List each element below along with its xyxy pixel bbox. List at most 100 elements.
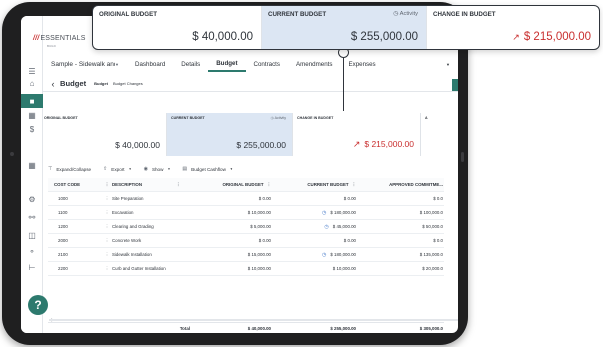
header-original-budget[interactable]: ORIGINAL BUDGET ⋮ [198,182,277,188]
zoom-change-in-budget-label: CHANGE IN BUDGET [433,11,496,18]
cell-description: Concrete Work [112,238,142,243]
cell-description: Excavation [112,210,134,215]
app-logo[interactable]: ///ESSENTIALS [33,35,86,42]
change-in-budget-card: CHANGE IN BUDGET ↗ $ 215,000.00 [293,113,421,156]
sidebar: ☰ ⌂ ■ ▦ $ ▦ ⚙ ⚯ ◫ ⚬ ⊢ [21,16,43,333]
tab-details[interactable]: Details [173,56,208,72]
tab-contracts[interactable]: Contracts [246,56,288,72]
logo-text: ESSENTIALS [40,35,86,42]
users-icon[interactable]: ⚯ [21,210,43,224]
header-current-budget[interactable]: CURRENT BUDGET ⋮ [277,182,362,188]
cell-cost-code: 1000 [58,196,68,201]
top-nav: Sample - Sidewalk and ... ▼ Dashboard De… [43,56,458,72]
row-handle-icon[interactable]: ⋮ [102,224,112,230]
trend-up-icon: ↗ [352,139,361,149]
zoom-activity-link[interactable]: ◷ Activity [393,11,418,17]
column-menu-icon[interactable]: ⋮ [267,182,271,187]
breadcrumb: Budget Budget Changes [94,81,143,86]
cell-description: Curb and Gutter Installation [112,266,166,271]
stage: ☰ ⌂ ■ ▦ $ ▦ ⚙ ⚯ ◫ ⚬ ⊢ ///ESSENTIALS BUIL… [0,0,603,347]
chevron-down-icon: ▼ [128,167,132,171]
row-handle-icon[interactable]: ⋮ [102,210,112,216]
activity-link[interactable]: ◷ Activity [271,116,286,120]
side-panel-tab[interactable] [452,79,458,91]
table-row[interactable]: 2000 ⋮ Concrete Work $ 0.00 $ 0.00 $ 0.0 [48,234,444,248]
table-row[interactable]: 2100 ⋮ Sidewalk Installation $ 15,000.00 ◷ $ … [48,248,444,262]
chevron-down-icon[interactable]: ▼ [115,62,127,67]
table-row[interactable]: 1200 ⋮ Clearing and Grading $ 5,000.00 ◷ $ 45… [48,220,444,234]
cell-approved-commitments: $ 135,000.0 [419,252,443,257]
cell-original-budget: $ 10,000.00 [247,210,271,215]
column-menu-icon[interactable]: ⋮ [352,182,356,187]
table-toolbar: ⊤ Expand/Collapse ⇧ Export ▼ ◉ Show ▼ ▤ Budget… [48,163,444,175]
clock-icon: ◷ [270,116,274,120]
export-button[interactable]: ⇧ Export ▼ [103,166,131,172]
column-menu-icon[interactable]: ⋮ [176,182,180,187]
back-arrow-icon[interactable]: ‹ [46,79,60,89]
help-button[interactable]: ? [28,295,48,315]
dollar-active-icon[interactable]: ■ [21,94,43,108]
project-selector[interactable]: Sample - Sidewalk and ... [43,61,115,68]
building-icon[interactable]: ▦ [21,158,43,172]
header-original-label: ORIGINAL BUDGET [222,181,264,187]
folder-icon[interactable]: ◫ [21,228,43,242]
tab-dashboard[interactable]: Dashboard [127,56,173,72]
breadcrumb-budget-changes[interactable]: Budget Changes [113,81,143,86]
tab-budget[interactable]: Budget [208,56,246,72]
export-icon: ⇧ [103,166,108,172]
horizontal-scrollbar[interactable] [49,319,458,321]
table-row[interactable]: 2200 ⋮ Curb and Gutter Installation $ 10,00… [48,262,444,276]
zoom-activity-label: Activity [399,11,418,17]
show-label: Show [151,166,164,172]
totals-current: $ 255,000.00 [330,325,356,331]
table-row[interactable]: 1000 ⋮ Site Preparation $ 0.00 $ 0.00 $ 0.0 [48,192,444,206]
side-button [461,152,464,162]
zoom-original-budget-label: ORIGINAL BUDGET [99,11,157,18]
cell-approved-commitments: $ 0.0 [433,238,443,243]
table-row[interactable]: 1100 ⋮ Excavation $ 10,000.00 ◷ $ 180,000.00 $… [48,206,444,220]
clock-icon[interactable]: ◷ [322,252,326,258]
change-in-budget-value: ↗ $ 215,000.00 [353,139,414,150]
zoom-original-budget-card: ORIGINAL BUDGET $ 40,000.00 [93,6,262,49]
page-title: Budget [60,79,87,88]
header-description[interactable]: DESCRIPTION ⋮ [112,182,198,188]
budget-cashflow-label: Budget Cashflow [191,166,226,172]
expand-collapse-button[interactable]: ⊤ Expand/Collapse [48,166,91,172]
settings-icon[interactable]: ⚙ [21,192,43,206]
row-handle-icon[interactable]: ⋮ [102,266,112,272]
cell-original-budget: $ 0.00 [258,196,271,201]
show-button[interactable]: ◉ Show ▼ [144,166,171,172]
budget-cashflow-button[interactable]: ▤ Budget Cashflow ▼ [182,166,232,172]
breadcrumb-current[interactable]: Budget [94,81,108,86]
cell-current-budget-value: $ 10,000.00 [332,266,356,271]
cell-description: Site Preparation [112,196,144,201]
tab-expenses[interactable]: Expenses [340,56,383,72]
clock-icon[interactable]: ◷ [322,210,326,216]
cell-current-budget-value: $ 45,000.00 [332,223,356,229]
sitemap-icon[interactable]: ⚬ [21,244,43,258]
header-cost-code[interactable]: COST CODE [48,182,102,187]
tab-amendments[interactable]: Amendments [288,56,340,72]
clock-icon: ◷ [393,11,399,17]
chevron-down-icon: ▼ [229,167,233,171]
column-menu-icon[interactable]: ⋮ [102,182,112,188]
table-icon: ▤ [182,166,188,172]
cell-current-budget: ◷ $ 45,000.00 [277,224,362,230]
trend-up-icon: ↗ [512,32,520,42]
cell-original-budget: $ 5,000.00 [250,224,271,229]
zoom-change-in-budget-card: CHANGE IN BUDGET ↗ $ 215,000.00 [427,6,599,49]
chevron-down-icon: ▼ [167,167,171,171]
tablet-frame: ☰ ⌂ ■ ▦ $ ▦ ⚙ ⚯ ◫ ⚬ ⊢ ///ESSENTIALS BUIL… [2,2,468,345]
cell-current-budget-value: $ 180,000.00 [330,209,356,215]
more-tabs-chevron-icon[interactable]: ▼ [446,62,450,67]
page-header: ‹ Budget Budget Budget Changes [43,76,458,92]
hierarchy-icon[interactable]: ⊢ [21,260,43,274]
clock-icon[interactable]: ◷ [324,224,328,230]
header-approved-commitments[interactable]: APPROVED COMMITME... [362,182,444,187]
header-description-label: DESCRIPTION [112,181,143,187]
row-handle-icon[interactable]: ⋮ [102,252,112,258]
row-handle-icon[interactable]: ⋮ [102,196,112,202]
home-icon[interactable]: ⌂ [21,76,43,90]
row-handle-icon[interactable]: ⋮ [102,238,112,244]
cell-current-budget: $ 10,000.00 [277,266,362,271]
